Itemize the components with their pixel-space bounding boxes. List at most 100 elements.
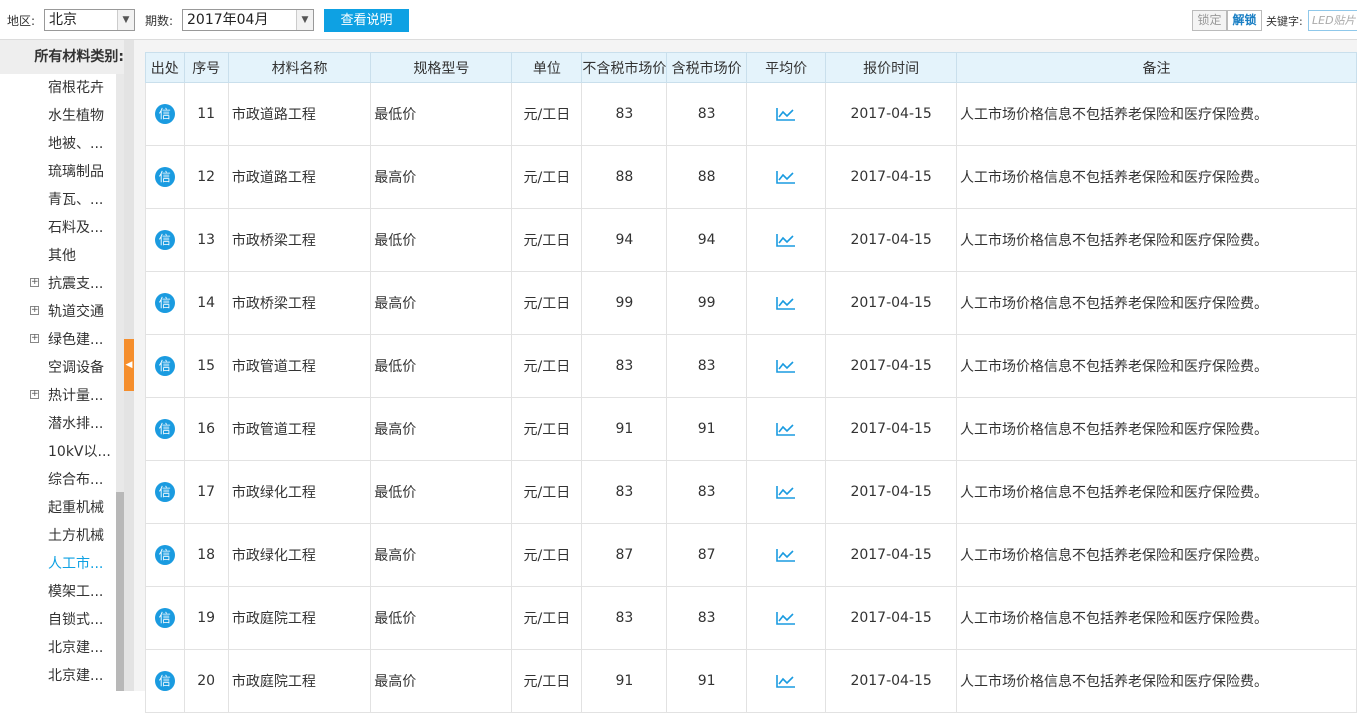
cell-average-price [745,397,827,461]
cell-spec: 最高价 [370,397,513,461]
lock-button[interactable]: 锁定 [1192,10,1227,31]
expand-plus-icon[interactable]: + [30,278,39,287]
cell-no: 13 [183,208,229,272]
sidebar-item[interactable]: 宿根花卉 [0,74,116,102]
header-no[interactable]: 序号 [183,52,229,83]
sidebar-item[interactable]: + 轨道交通 [0,298,116,326]
sidebar-item[interactable]: 北京建... [0,634,116,662]
cell-material-name: 市政绿化工程 [227,460,372,524]
sidebar-item[interactable]: 其他 [0,242,116,270]
sidebar-item[interactable]: 土方机械 [0,522,116,550]
sidebar-scrollbar-thumb[interactable] [116,492,124,691]
cell-no: 11 [183,82,229,146]
cell-source: 信 [145,523,185,587]
table-row[interactable]: 信 17 市政绿化工程 最低价 元/工日 83 83 2017-04-15 人工市场价格信息不包… [145,460,1357,524]
header-spec[interactable]: 规格型号 [370,52,513,83]
expand-plus-icon[interactable]: + [30,334,39,343]
table-row[interactable]: 信 20 市政庭院工程 最高价 元/工日 91 91 2017-04-15 人工市场价格信息不包… [145,649,1357,713]
trend-chart-icon[interactable] [775,673,797,689]
sidebar-item-label: 地被、... [48,136,104,152]
chevron-left-icon: ◀ [125,360,133,370]
cell-quote-date: 2017-04-15 [825,145,958,209]
expand-plus-icon[interactable]: + [30,390,39,399]
chevron-down-icon: ▼ [296,10,313,30]
trend-chart-icon[interactable] [775,421,797,437]
header-price-ex-tax[interactable]: 不含税市场价 [581,52,668,83]
source-info-icon[interactable]: 信 [154,356,175,376]
sidebar-item[interactable]: 水生植物 [0,102,116,130]
trend-chart-icon[interactable] [775,169,797,185]
source-info-icon[interactable]: 信 [154,608,175,628]
sidebar-item[interactable]: 模架工... [0,578,116,606]
header-price-in-tax[interactable]: 含税市场价 [666,52,747,83]
sidebar-item[interactable]: 空调设备 [0,354,116,382]
table-row[interactable]: 信 12 市政道路工程 最高价 元/工日 88 88 2017-04-15 人工市场价格信息不包… [145,145,1357,209]
sidebar-item[interactable]: + 热计量... [0,382,116,410]
cell-material-name: 市政道路工程 [227,145,372,209]
cell-source: 信 [145,145,185,209]
header-note[interactable]: 备注 [956,52,1357,83]
table-row[interactable]: 信 19 市政庭院工程 最低价 元/工日 83 83 2017-04-15 人工市场价格信息不包… [145,586,1357,650]
cell-no: 15 [183,334,229,398]
sidebar-item[interactable]: + 抗震支... [0,270,116,298]
sidebar-item-label: 宿根花卉 [48,80,104,96]
view-help-button[interactable]: 查看说明 [324,9,409,32]
sidebar-item[interactable]: 人工市... [0,550,116,578]
source-info-icon[interactable]: 信 [154,167,175,187]
sidebar-item[interactable]: 起重机械 [0,494,116,522]
table-row[interactable]: 信 15 市政管道工程 最低价 元/工日 83 83 2017-04-15 人工市场价格信息不包… [145,334,1357,398]
source-info-icon[interactable]: 信 [154,293,175,313]
source-info-icon[interactable]: 信 [154,104,175,124]
source-info-icon[interactable]: 信 [154,419,175,439]
trend-chart-icon[interactable] [775,358,797,374]
cell-price-ex-tax: 83 [581,586,668,650]
header-quote-date[interactable]: 报价时间 [825,52,958,83]
cell-spec: 最低价 [370,586,513,650]
header-unit[interactable]: 单位 [511,52,583,83]
sidebar-item[interactable]: 北京建... [0,662,116,690]
sidebar-item[interactable]: 综合布... [0,466,116,494]
expand-plus-icon[interactable]: + [30,306,39,315]
sidebar-item[interactable]: 地被、... [0,130,116,158]
sidebar-item-label: 抗震支... [48,276,104,292]
sidebar-item[interactable]: 10kV以... [0,438,116,466]
trend-chart-icon[interactable] [775,484,797,500]
header-source[interactable]: 出处 [145,52,185,83]
source-info-icon[interactable]: 信 [154,545,175,565]
keyword-input[interactable]: LED贴片 [1308,10,1357,31]
cell-price-ex-tax: 83 [581,82,668,146]
header-material-name[interactable]: 材料名称 [227,52,372,83]
region-select[interactable]: 北京 ▼ [44,9,135,31]
header-average-price[interactable]: 平均价 [745,52,827,83]
trend-chart-icon[interactable] [775,232,797,248]
period-label: 期数: [145,14,174,28]
trend-chart-icon[interactable] [775,610,797,626]
source-info-icon[interactable]: 信 [154,230,175,250]
cell-unit: 元/工日 [511,397,583,461]
trend-chart-icon[interactable] [775,547,797,563]
table-row[interactable]: 信 11 市政道路工程 最低价 元/工日 83 83 2017-04-15 人工市场价格信息不包… [145,82,1357,146]
trend-chart-icon[interactable] [775,295,797,311]
cell-material-name: 市政道路工程 [227,82,372,146]
table-row[interactable]: 信 16 市政管道工程 最高价 元/工日 91 91 2017-04-15 人工市场价格信息不包… [145,397,1357,461]
table-row[interactable]: 信 13 市政桥梁工程 最低价 元/工日 94 94 2017-04-15 人工市场价格信息不包… [145,208,1357,272]
trend-chart-icon[interactable] [775,106,797,122]
period-select[interactable]: 2017年04月 ▼ [182,9,314,31]
unlock-button[interactable]: 解锁 [1227,10,1262,31]
source-info-icon[interactable]: 信 [154,671,175,691]
source-info-icon[interactable]: 信 [154,482,175,502]
cell-source: 信 [145,649,185,713]
sidebar-item[interactable]: 琉璃制品 [0,158,116,186]
sidebar-item[interactable]: + 绿色建... [0,326,116,354]
sidebar-item[interactable]: 自锁式... [0,606,116,634]
sidebar-item[interactable]: 青瓦、... [0,186,116,214]
collapse-sidebar-button[interactable]: ◀ [124,339,134,391]
table-row[interactable]: 信 18 市政绿化工程 最高价 元/工日 87 87 2017-04-15 人工市场价格信息不包… [145,523,1357,587]
sidebar-item[interactable]: 石料及... [0,214,116,242]
sidebar-item-label: 综合布... [48,472,104,488]
sidebar-item[interactable]: 潜水排... [0,410,116,438]
cell-no: 12 [183,145,229,209]
cell-note: 人工市场价格信息不包括养老保险和医疗保险费。 [956,82,1357,146]
cell-source: 信 [145,82,185,146]
table-row[interactable]: 信 14 市政桥梁工程 最高价 元/工日 99 99 2017-04-15 人工市场价格信息不包… [145,271,1357,335]
